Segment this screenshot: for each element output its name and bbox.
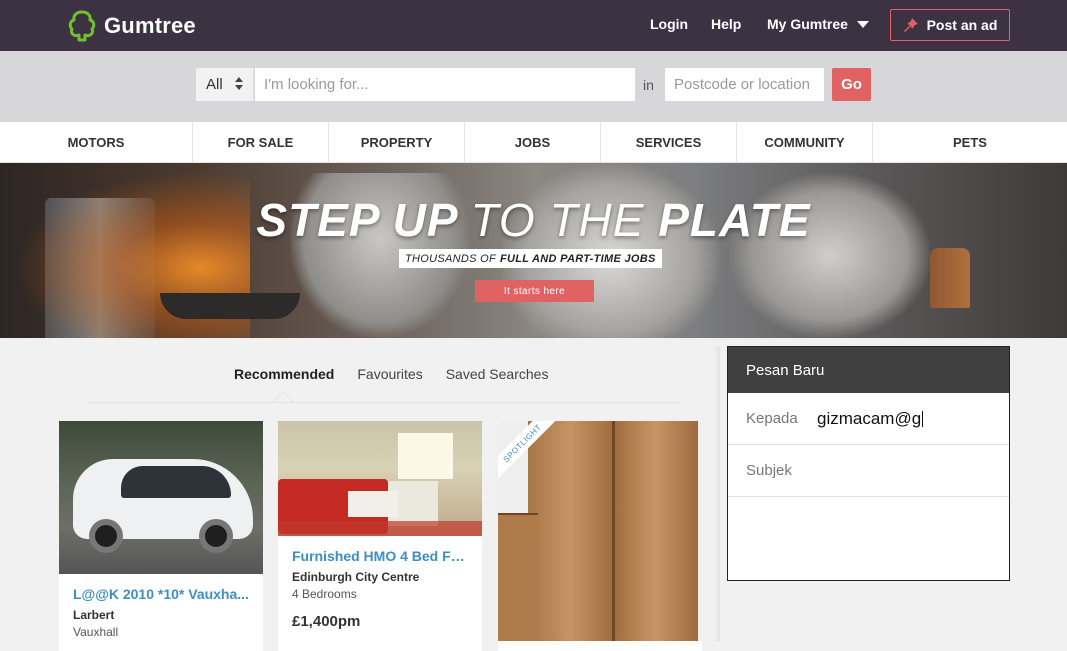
to-label: Kepada bbox=[746, 410, 798, 427]
tab-recommended[interactable]: Recommended bbox=[234, 366, 334, 382]
text-cursor bbox=[922, 411, 924, 428]
listing-detail: 4 Bedrooms bbox=[292, 587, 357, 601]
category-for-sale[interactable]: FOR SALE bbox=[193, 122, 329, 162]
category-services[interactable]: SERVICES bbox=[601, 122, 737, 162]
search-bar: All in Go bbox=[0, 51, 1067, 122]
gumtree-logo[interactable]: Gumtree bbox=[68, 9, 196, 43]
login-link[interactable]: Login bbox=[650, 16, 688, 32]
category-motors[interactable]: MOTORS bbox=[0, 122, 193, 162]
compose-to-row[interactable]: Kepada gizmacam@g bbox=[728, 393, 1009, 445]
my-gumtree-label: My Gumtree bbox=[767, 16, 848, 32]
my-gumtree-menu[interactable]: My Gumtree bbox=[767, 16, 869, 32]
brand-name: Gumtree bbox=[104, 13, 196, 38]
hero-cta-button[interactable]: It starts here bbox=[475, 280, 594, 302]
listing-title[interactable]: L@@K 2010 *10* Vauxha... bbox=[73, 586, 249, 602]
hero-image-bottles bbox=[930, 248, 970, 308]
category-community[interactable]: COMMUNITY bbox=[737, 122, 873, 162]
tab-saved-searches[interactable]: Saved Searches bbox=[446, 366, 549, 382]
location-input[interactable] bbox=[665, 68, 824, 101]
listing-image[interactable] bbox=[278, 421, 482, 536]
category-pets[interactable]: PETS bbox=[873, 122, 1067, 162]
listing-card[interactable]: Furnished HMO 4 Bed Fla... Edinburgh Cit… bbox=[278, 421, 482, 651]
post-ad-label: Post an ad bbox=[926, 17, 998, 33]
active-tab-pointer bbox=[272, 391, 294, 402]
compose-body[interactable] bbox=[728, 497, 1009, 577]
category-nav: MOTORS FOR SALE PROPERTY JOBS SERVICES C… bbox=[0, 122, 1067, 163]
hero-banner[interactable]: STEP UP TO THE PLATE THOUSANDS OF FULL AN… bbox=[0, 163, 1067, 338]
compose-subject-row[interactable]: Subjek bbox=[728, 445, 1009, 497]
go-button[interactable]: Go bbox=[832, 68, 871, 101]
post-ad-button[interactable]: Post an ad bbox=[890, 9, 1010, 41]
listing-image[interactable]: SPOTLIGHT bbox=[498, 421, 702, 641]
select-arrows-icon bbox=[235, 77, 243, 90]
compose-header[interactable]: Pesan Baru bbox=[728, 347, 1009, 393]
listing-card[interactable]: L@@K 2010 *10* Vauxha... Larbert Vauxhal… bbox=[59, 421, 263, 651]
compose-message-panel: Pesan Baru Kepada gizmacam@g Subjek bbox=[727, 346, 1010, 581]
in-label: in bbox=[643, 77, 654, 93]
tab-favourites[interactable]: Favourites bbox=[357, 366, 422, 382]
to-field[interactable]: gizmacam@g bbox=[817, 408, 924, 429]
listing-title[interactable]: Furnished HMO 4 Bed Fla... bbox=[292, 548, 468, 564]
subject-field[interactable]: Subjek bbox=[746, 462, 792, 479]
listing-tabs: Recommended Favourites Saved Searches bbox=[234, 366, 548, 382]
category-property[interactable]: PROPERTY bbox=[329, 122, 465, 162]
listing-image[interactable] bbox=[59, 421, 263, 574]
chevron-down-icon bbox=[856, 20, 869, 28]
panel-divider bbox=[714, 346, 720, 641]
search-input[interactable] bbox=[255, 68, 635, 101]
listing-price: £1,400pm bbox=[292, 613, 361, 630]
hero-subtitle: THOUSANDS OF FULL AND PART-TIME JOBS bbox=[399, 249, 662, 268]
listing-detail: Vauxhall bbox=[73, 625, 119, 639]
top-bar: Gumtree Login Help My Gumtree Post an ad bbox=[0, 0, 1067, 51]
to-value: gizmacam@g bbox=[817, 408, 922, 428]
category-jobs[interactable]: JOBS bbox=[465, 122, 601, 162]
listing-location: Larbert bbox=[73, 608, 115, 622]
hero-image-pan bbox=[160, 293, 300, 319]
tabs-divider bbox=[89, 402, 679, 403]
help-link[interactable]: Help bbox=[711, 16, 741, 32]
listing-location: Edinburgh City Centre bbox=[292, 570, 420, 584]
category-select-value: All bbox=[206, 76, 223, 93]
category-select[interactable]: All bbox=[196, 68, 254, 101]
listing-card[interactable]: SPOTLIGHT bbox=[498, 421, 702, 651]
tree-icon bbox=[68, 10, 96, 42]
pushpin-icon bbox=[903, 18, 918, 32]
hero-title: STEP UP TO THE PLATE bbox=[256, 194, 811, 246]
